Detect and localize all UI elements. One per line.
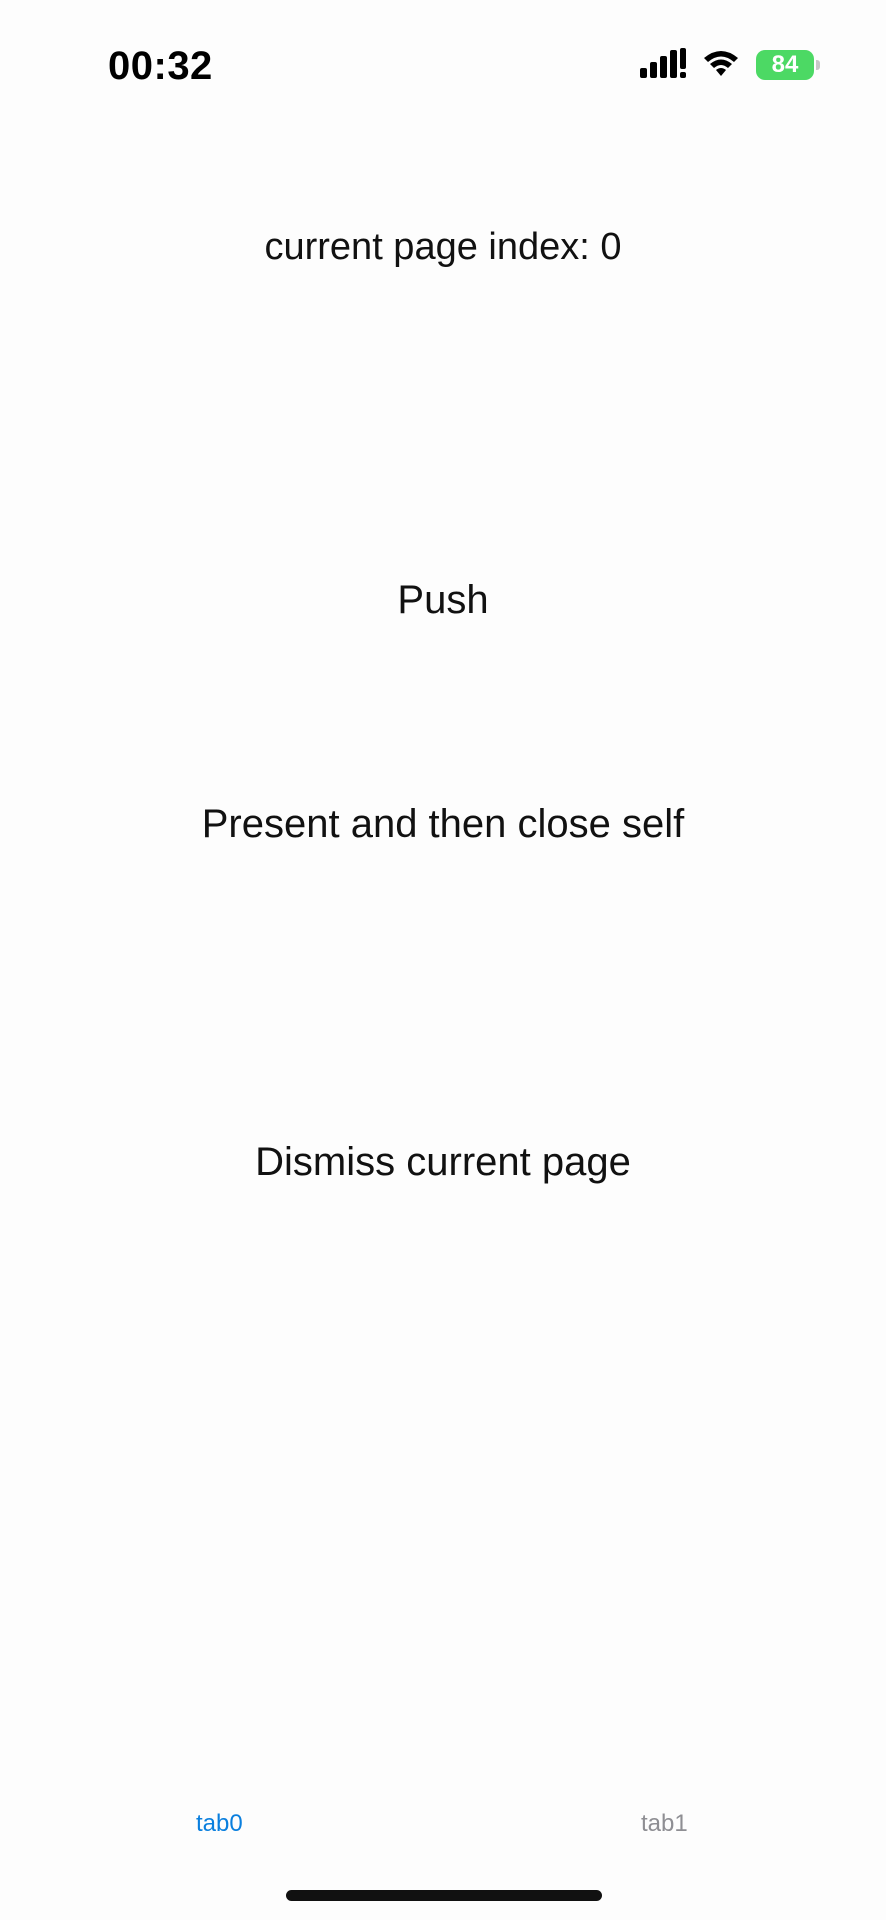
battery-level: 84 bbox=[771, 51, 799, 78]
screen: 00:32 84 current page index: 0 Push Pres… bbox=[0, 0, 886, 1920]
tab-bar: tab0 tab1 bbox=[0, 1800, 886, 1860]
status-icons: 84 bbox=[640, 47, 820, 83]
page-index-label: current page index: 0 bbox=[264, 226, 622, 268]
home-indicator[interactable] bbox=[286, 1890, 602, 1901]
battery-cap bbox=[816, 60, 820, 70]
battery-icon: 84 bbox=[756, 50, 820, 80]
dismiss-current-page-button[interactable]: Dismiss current page bbox=[0, 1140, 886, 1185]
signal-icon bbox=[640, 47, 686, 83]
tab-tab1[interactable]: tab1 bbox=[641, 1810, 688, 1838]
status-time: 00:32 bbox=[108, 44, 213, 88]
status-bar: 00:32 84 bbox=[0, 0, 886, 120]
push-button[interactable]: Push bbox=[0, 578, 886, 623]
wifi-icon bbox=[702, 48, 740, 83]
tab-tab0[interactable]: tab0 bbox=[196, 1810, 243, 1838]
present-and-close-button[interactable]: Present and then close self bbox=[0, 802, 886, 847]
